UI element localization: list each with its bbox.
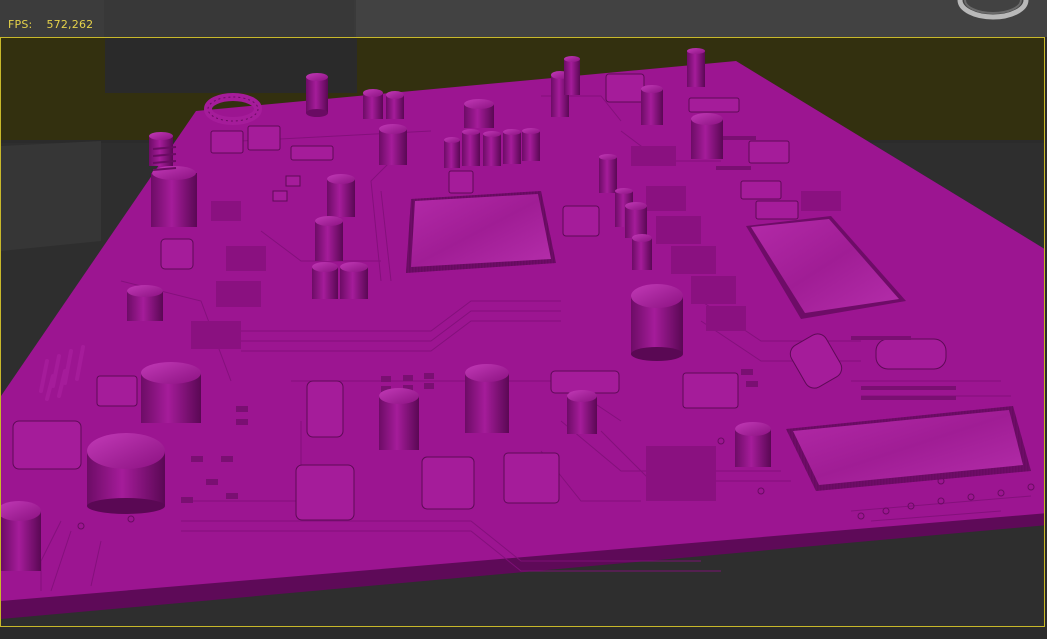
fps-counter: FPS: 572,262 (8, 18, 93, 31)
fps-value: 572,262 (46, 18, 94, 31)
pcb-scene (1, 38, 1044, 626)
3d-viewport[interactable] (0, 37, 1045, 627)
header-panel-right (356, 0, 1047, 37)
viewcube-icon[interactable] (955, 0, 1035, 20)
cpu-chip (406, 191, 556, 273)
fps-label: FPS: (8, 18, 33, 31)
viewport-header-bar: FPS: 572,262 (0, 0, 1047, 37)
header-panel-mid (104, 0, 354, 37)
